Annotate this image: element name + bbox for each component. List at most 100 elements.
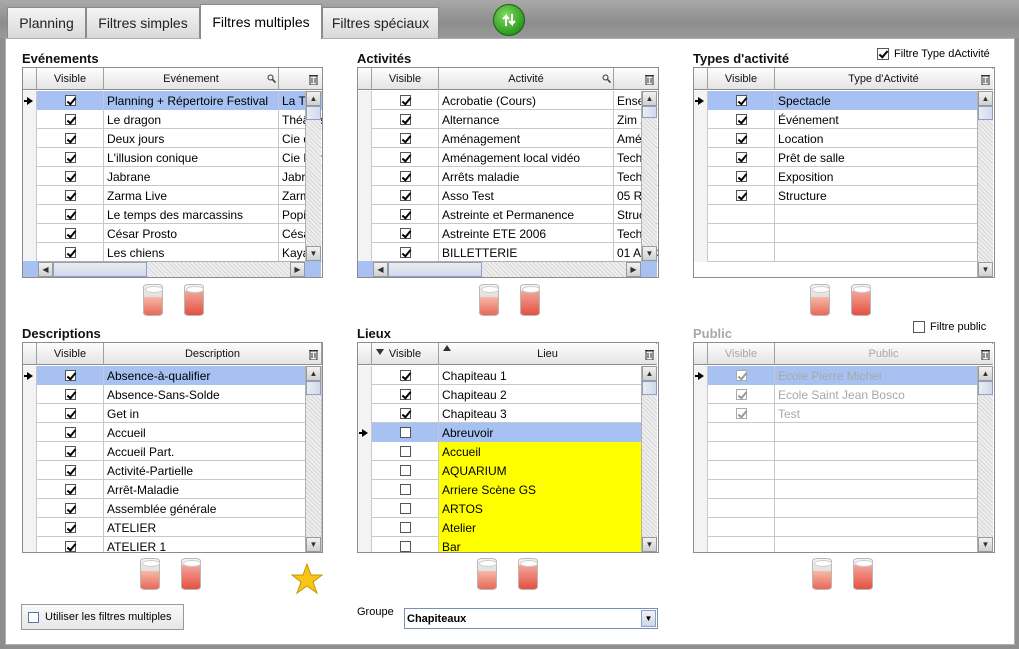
row-selector[interactable]: [694, 224, 708, 243]
visible-checkbox[interactable]: [64, 541, 76, 552]
visible-checkbox[interactable]: [399, 152, 411, 163]
visible-checkbox[interactable]: [64, 171, 76, 182]
visible-checkbox[interactable]: [64, 446, 76, 457]
row-selector[interactable]: [694, 423, 708, 442]
row-selector[interactable]: [23, 423, 37, 442]
lieux-row[interactable]: AQUARIUM: [358, 461, 657, 480]
row-selector[interactable]: [694, 148, 708, 167]
visible-checkbox[interactable]: [399, 133, 411, 144]
row-selector[interactable]: [23, 461, 37, 480]
types-row[interactable]: Événement: [694, 110, 993, 129]
scroll-thumb[interactable]: [642, 106, 657, 118]
visible-checkbox[interactable]: [64, 228, 76, 239]
activites-row[interactable]: Alternance Zim Za: [358, 110, 658, 129]
row-selector[interactable]: [694, 461, 708, 480]
visible-checkbox[interactable]: [399, 465, 411, 476]
filtre-type-activite-checkbox[interactable]: Filtre Type dActivité: [877, 48, 990, 60]
visible-checkbox[interactable]: [735, 408, 747, 419]
visible-checkbox[interactable]: [399, 484, 411, 495]
types-row[interactable]: [694, 224, 993, 243]
public-row[interactable]: [694, 461, 993, 480]
activites-vertical-scrollbar[interactable]: ▲ ▼: [641, 91, 657, 261]
scroll-up-icon[interactable]: ▲: [978, 91, 993, 106]
descriptions-row[interactable]: ATELIER: [23, 518, 322, 537]
scroll-up-icon[interactable]: ▲: [978, 366, 993, 381]
scroll-down-icon[interactable]: ▼: [978, 537, 993, 552]
visible-checkbox[interactable]: [399, 209, 411, 220]
groupe-select[interactable]: Chapiteaux ▼: [404, 608, 658, 629]
visible-checkbox[interactable]: [399, 228, 411, 239]
row-selector[interactable]: [23, 480, 37, 499]
scroll-down-icon[interactable]: ▼: [642, 537, 657, 552]
visible-checkbox[interactable]: [64, 427, 76, 438]
row-selector[interactable]: [694, 499, 708, 518]
lieux-row[interactable]: Chapiteau 3: [358, 404, 657, 423]
activites-deselect-all-glass-icon[interactable]: [520, 284, 540, 316]
types-row[interactable]: [694, 205, 993, 224]
row-selector[interactable]: [358, 224, 372, 243]
visible-checkbox[interactable]: [64, 465, 76, 476]
row-selector[interactable]: [358, 205, 372, 224]
row-selector[interactable]: [358, 129, 372, 148]
lieux-header-name[interactable]: Lieu: [439, 343, 657, 365]
row-selector[interactable]: [358, 423, 372, 442]
visible-checkbox[interactable]: [399, 190, 411, 201]
visible-checkbox[interactable]: [399, 427, 411, 438]
activites-row[interactable]: Arrêts maladie Techni: [358, 167, 658, 186]
visible-checkbox[interactable]: [399, 503, 411, 514]
visible-checkbox[interactable]: [399, 541, 411, 552]
chevron-down-icon[interactable]: ▼: [641, 610, 656, 627]
evenements-header-visible[interactable]: Visible: [37, 68, 104, 90]
filtre-type-checkbox-box[interactable]: [877, 48, 889, 60]
public-row[interactable]: [694, 537, 993, 552]
row-selector[interactable]: [358, 537, 372, 552]
activites-header-name[interactable]: Activité: [439, 68, 614, 90]
filtre-public-checkbox-box[interactable]: [913, 321, 925, 333]
row-selector[interactable]: [358, 91, 372, 110]
row-selector[interactable]: [694, 385, 708, 404]
types-row[interactable]: Spectacle: [694, 91, 993, 110]
visible-checkbox[interactable]: [735, 133, 747, 144]
types-row[interactable]: Structure: [694, 186, 993, 205]
descriptions-row[interactable]: Accueil Part.: [23, 442, 322, 461]
types-select-all-glass-icon[interactable]: [810, 284, 830, 316]
row-selector[interactable]: [358, 518, 372, 537]
activites-horizontal-scrollbar[interactable]: ◀ ▶: [373, 261, 641, 277]
row-selector[interactable]: [23, 148, 37, 167]
visible-checkbox[interactable]: [64, 389, 76, 400]
activites-row[interactable]: Astreinte ETE 2006 Techni: [358, 224, 658, 243]
visible-checkbox[interactable]: [399, 247, 411, 258]
evenements-select-all-glass-icon[interactable]: [143, 284, 163, 316]
public-select-all-glass-icon[interactable]: [812, 558, 832, 590]
refresh-icon[interactable]: [493, 4, 525, 36]
types-vertical-scrollbar[interactable]: ▲ ▼: [977, 91, 993, 277]
descriptions-row[interactable]: Get in: [23, 404, 322, 423]
lieux-row[interactable]: Arriere Scène GS: [358, 480, 657, 499]
scroll-down-icon[interactable]: ▼: [978, 262, 993, 277]
lieux-select-all-glass-icon[interactable]: [477, 558, 497, 590]
types-header-visible[interactable]: Visible: [708, 68, 775, 90]
row-selector[interactable]: [358, 480, 372, 499]
evenements-vertical-scrollbar[interactable]: ▲ ▼: [305, 91, 321, 261]
descriptions-select-all-glass-icon[interactable]: [140, 558, 160, 590]
descriptions-header-visible[interactable]: Visible: [37, 343, 104, 365]
public-vertical-scrollbar[interactable]: ▲ ▼: [977, 366, 993, 552]
descriptions-row[interactable]: Absence-à-qualifier: [23, 366, 322, 385]
row-selector[interactable]: [358, 148, 372, 167]
row-selector[interactable]: [23, 129, 37, 148]
visible-checkbox[interactable]: [64, 370, 76, 381]
evenements-row[interactable]: Zarma Live Zarma: [23, 186, 322, 205]
visible-checkbox[interactable]: [399, 522, 411, 533]
scroll-right-icon[interactable]: ▶: [290, 262, 305, 277]
visible-checkbox[interactable]: [64, 152, 76, 163]
evenements-row[interactable]: L'illusion conique Cie Par: [23, 148, 322, 167]
lieux-row[interactable]: Abreuvoir: [358, 423, 657, 442]
row-selector[interactable]: [23, 205, 37, 224]
lieux-row[interactable]: Chapiteau 1: [358, 366, 657, 385]
lieux-vertical-scrollbar[interactable]: ▲ ▼: [641, 366, 657, 552]
evenements-row[interactable]: César Prosto César I: [23, 224, 322, 243]
lieux-row[interactable]: Atelier: [358, 518, 657, 537]
evenements-row[interactable]: Deux jours Cie du: [23, 129, 322, 148]
magnifier-icon[interactable]: [267, 74, 277, 84]
row-selector[interactable]: [694, 243, 708, 262]
